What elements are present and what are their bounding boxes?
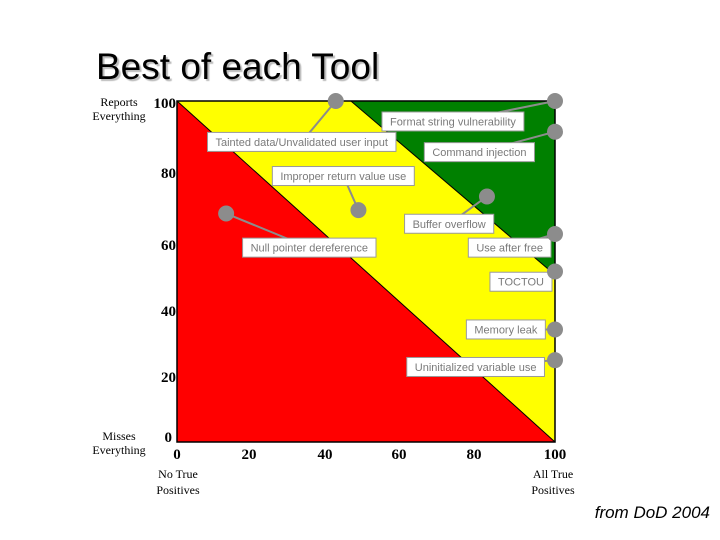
data-point <box>327 93 344 109</box>
callout-label: Command injection <box>432 147 526 159</box>
data-point <box>350 202 367 219</box>
callout-label: Buffer overflow <box>413 219 486 231</box>
chart-area: Format string vulnerabilityTainted data/… <box>176 93 563 443</box>
data-point <box>547 123 563 140</box>
callout-label: Memory leak <box>474 324 537 336</box>
data-point <box>547 321 563 338</box>
source-caption: from DoD 2004 <box>594 503 710 522</box>
data-point <box>547 93 563 109</box>
data-point <box>547 225 563 242</box>
callout-label: TOCTOU <box>498 277 544 289</box>
data-point <box>547 263 563 280</box>
callout-label: Improper return value use <box>280 171 406 183</box>
callout-label: Uninitialized variable use <box>415 362 537 374</box>
callout-label: Format string vulnerability <box>390 116 516 128</box>
callout-label: Use after free <box>476 243 543 255</box>
data-point <box>478 188 495 205</box>
data-point <box>547 352 563 369</box>
callout-label: Tainted data/Unvalidated user input <box>216 137 388 149</box>
callout-label: Null pointer dereference <box>251 243 368 255</box>
data-point <box>218 205 235 222</box>
